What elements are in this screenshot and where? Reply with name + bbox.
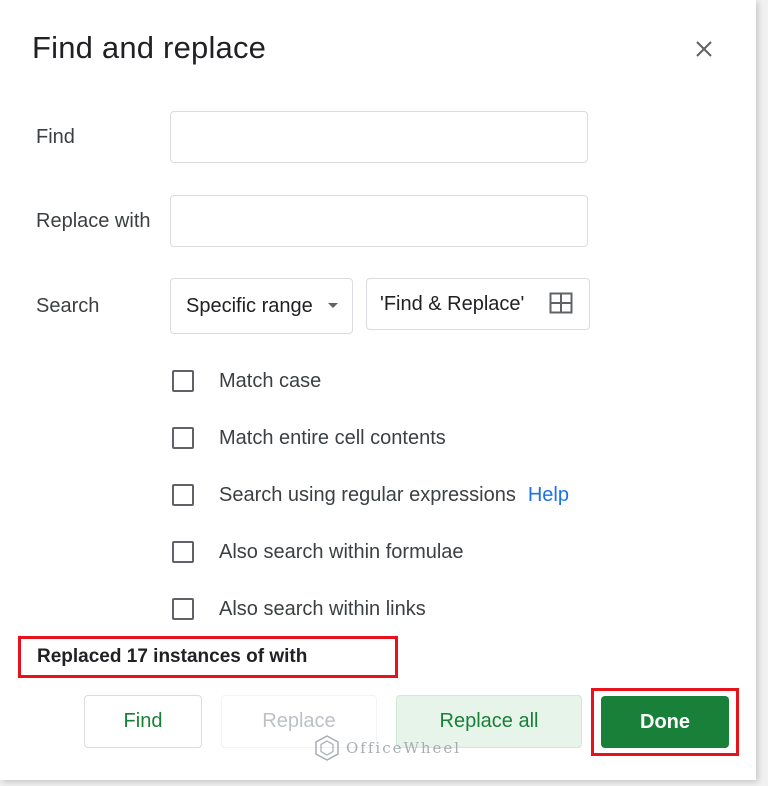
close-icon	[696, 41, 712, 57]
search-scope-select[interactable]: Specific range	[170, 278, 353, 334]
replace-input[interactable]	[171, 196, 587, 246]
range-field[interactable]: 'Find & Replace'	[366, 278, 590, 330]
find-replace-dialog: Find and replace Find Replace with Searc…	[0, 0, 756, 780]
close-button[interactable]	[688, 33, 720, 65]
regex-help-link[interactable]: Help	[528, 484, 569, 507]
chevron-down-icon	[328, 303, 338, 308]
option-links[interactable]: Also search within links	[172, 595, 426, 623]
option-regex[interactable]: Search using regular expressions Help	[172, 481, 569, 509]
option-formulae[interactable]: Also search within formulae	[172, 538, 464, 566]
watermark-text: OfficeWheel	[346, 739, 462, 757]
find-button[interactable]: Find	[84, 695, 202, 748]
option-match-entire[interactable]: Match entire cell contents	[172, 424, 446, 452]
match-entire-checkbox[interactable]	[172, 427, 194, 449]
watermark-logo-icon	[315, 735, 339, 761]
status-text: Replaced 17 instances of with	[37, 646, 308, 667]
links-label: Also search within links	[219, 597, 426, 620]
replace-field	[170, 195, 588, 247]
dialog-title: Find and replace	[32, 30, 267, 65]
search-scope-value: Specific range	[186, 294, 313, 317]
formulae-checkbox[interactable]	[172, 541, 194, 563]
grid-icon[interactable]	[549, 292, 573, 314]
option-match-case[interactable]: Match case	[172, 367, 321, 395]
replace-with-label: Replace with	[36, 210, 151, 232]
watermark: OfficeWheel	[314, 735, 461, 761]
find-input[interactable]	[171, 112, 587, 162]
links-checkbox[interactable]	[172, 598, 194, 620]
find-label: Find	[36, 126, 75, 148]
match-case-checkbox[interactable]	[172, 370, 194, 392]
page: Find and replace Find Replace with Searc…	[0, 0, 768, 786]
match-case-label: Match case	[219, 369, 322, 392]
regex-label: Search using regular expressions	[219, 483, 516, 506]
search-label: Search	[36, 295, 100, 317]
range-value: 'Find & Replace'	[380, 292, 525, 315]
formulae-label: Also search within formulae	[219, 540, 464, 563]
status-message: Replaced 17 instances of with	[18, 636, 398, 678]
match-entire-label: Match entire cell contents	[219, 426, 446, 449]
regex-checkbox[interactable]	[172, 484, 194, 506]
find-field	[170, 111, 588, 163]
done-button[interactable]: Done	[601, 696, 729, 748]
